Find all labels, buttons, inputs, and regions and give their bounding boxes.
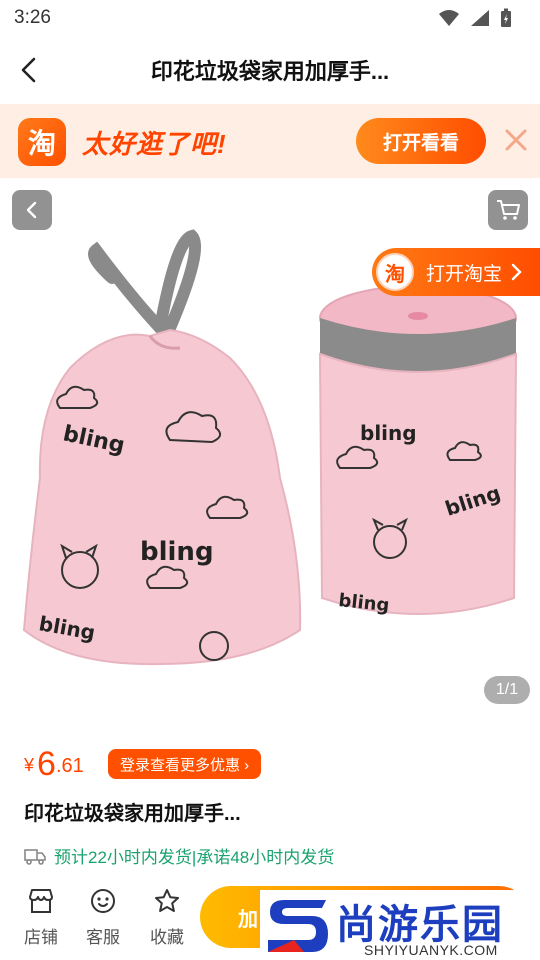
- shop-label: 店铺: [24, 928, 58, 947]
- svg-text:bling: bling: [337, 590, 390, 616]
- favorite-label: 收藏: [150, 928, 184, 947]
- promo-slogan: 太好逛了吧!: [82, 129, 227, 159]
- price-integer: 6: [37, 745, 56, 783]
- page-title: 印花垃圾袋家用加厚手...: [150, 59, 390, 84]
- price: ¥ 6 .61: [24, 738, 84, 784]
- star-icon: [155, 889, 179, 912]
- shipping-info: 预计22小时内发货|承诺48小时内发货: [24, 843, 334, 868]
- price-currency: ¥: [24, 755, 35, 775]
- wifi-icon: [439, 10, 459, 26]
- gallery-back-button[interactable]: [12, 190, 52, 230]
- open-app-button[interactable]: 打开看看: [356, 118, 486, 164]
- open-taobao-button[interactable]: 淘 打开淘宝: [372, 248, 540, 296]
- favorite-button[interactable]: 收藏: [140, 888, 194, 948]
- back-arrow-icon[interactable]: [14, 54, 46, 86]
- price-decimal: .61: [55, 755, 84, 777]
- watermark-logo-icon: [268, 900, 328, 952]
- close-icon[interactable]: [504, 128, 528, 152]
- status-time: 3:26: [14, 7, 51, 28]
- page-indicator: 1/1: [484, 676, 530, 704]
- taobao-logo-icon: 淘: [18, 118, 66, 166]
- status-icons: [438, 8, 512, 28]
- watermark-url: SHYIYUANYK.COM: [364, 942, 498, 958]
- chevron-right-icon: [511, 263, 522, 281]
- signal-icon: [471, 10, 489, 26]
- battery-icon: [501, 8, 511, 27]
- title-bar: 印花垃圾袋家用加厚手...: [0, 36, 540, 104]
- shop-icon: [29, 889, 53, 913]
- service-label: 客服: [86, 928, 120, 947]
- taobao-pill-logo-icon: 淘: [376, 253, 414, 291]
- chevron-left-icon: [26, 201, 37, 219]
- product-gallery[interactable]: bling bling bling bling bling bling 淘 打开…: [0, 178, 540, 718]
- svg-text:bling: bling: [140, 537, 214, 567]
- customer-service-button[interactable]: 客服: [76, 888, 130, 948]
- cart-icon: [497, 200, 520, 220]
- shop-button[interactable]: 店铺: [14, 888, 68, 948]
- open-taobao-label: 打开淘宝: [426, 263, 503, 285]
- service-face-icon: [91, 889, 115, 913]
- watermark: 尚游乐园 SHYIYUANYK.COM: [260, 890, 540, 960]
- product-name: 印花垃圾袋家用加厚手...: [24, 803, 241, 825]
- login-discount-button[interactable]: 登录查看更多优惠 ›: [108, 749, 262, 779]
- svg-text:bling: bling: [360, 421, 417, 445]
- status-bar: 3:26: [0, 0, 540, 36]
- truck-icon: [24, 848, 46, 865]
- shipping-text: 预计22小时内发货|承诺48小时内发货: [54, 848, 335, 867]
- cart-button[interactable]: [488, 190, 528, 230]
